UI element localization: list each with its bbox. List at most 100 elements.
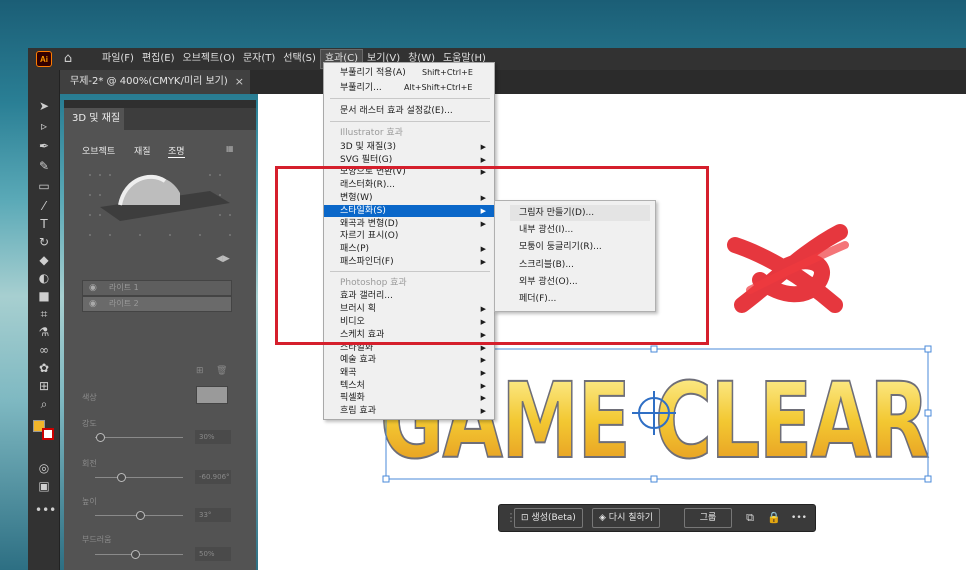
- generate-icon: ⊡: [521, 513, 529, 523]
- lock-icon[interactable]: 🔒: [766, 508, 782, 528]
- effect-menu-item[interactable]: 부풀리기... Alt+Shift+Ctrl+E: [324, 82, 494, 94]
- softness-label: 부드러움: [82, 535, 112, 544]
- submenu-arrow-icon: ▶: [480, 356, 486, 364]
- submenu-arrow-icon: ▶: [480, 407, 486, 415]
- grid-icon[interactable]: ▦: [226, 144, 240, 154]
- eye-icon[interactable]: ◉: [89, 281, 97, 295]
- home-icon[interactable]: ⌂: [60, 51, 76, 67]
- effect-menu-item[interactable]: SVG 필터(G) ▶: [324, 154, 494, 166]
- screen-mode-icon[interactable]: ▣: [35, 478, 53, 494]
- rectangle-tool-icon[interactable]: ▭: [35, 178, 53, 194]
- lighting-preview[interactable]: [80, 165, 240, 253]
- menu-object[interactable]: 오브젝트(O): [179, 48, 239, 70]
- add-light-icon[interactable]: ⊞: [196, 366, 204, 376]
- eraser-tool-icon[interactable]: ◆: [35, 252, 53, 268]
- menu-item-label: 픽셀화: [340, 393, 365, 403]
- effect-menu-item[interactable]: 흐림 효과 ▶: [324, 405, 494, 417]
- menu-item-label: 예술 효과: [340, 355, 376, 365]
- intensity-value[interactable]: 30%: [195, 430, 231, 444]
- height-knob[interactable]: [136, 511, 145, 520]
- height-label: 높이: [82, 497, 97, 506]
- tab-lighting[interactable]: 조명: [168, 144, 185, 158]
- color-label: 색상: [82, 393, 97, 402]
- light-color-swatch[interactable]: [196, 386, 228, 404]
- effect-menu-item[interactable]: 3D 및 재질(3) ▶: [324, 141, 494, 153]
- generate-label: 생성(Beta): [531, 513, 576, 523]
- recolor-button[interactable]: ◈ 다시 칠하기: [592, 508, 661, 528]
- eyedropper-tool-icon[interactable]: ⚗: [35, 324, 53, 340]
- menu-select[interactable]: 선택(S): [279, 48, 320, 70]
- intensity-knob[interactable]: [96, 433, 105, 442]
- more-tools-icon[interactable]: •••: [35, 502, 56, 518]
- curvature-tool-icon[interactable]: ✎: [35, 158, 53, 174]
- effect-menu-item[interactable]: 왜곡 ▶: [324, 367, 494, 379]
- red-brush-stroke[interactable]: [720, 220, 860, 320]
- recolor-label: 다시 칠하기: [608, 513, 654, 523]
- brush-tool-icon[interactable]: ⁄: [35, 198, 53, 214]
- gradient-tool-icon[interactable]: ■: [35, 288, 53, 304]
- menu-shortcut: Alt+Shift+Ctrl+E: [404, 83, 473, 92]
- tab-material[interactable]: 재질: [134, 144, 151, 157]
- rotation-label: 회전: [82, 459, 97, 468]
- submenu-arrow-icon: ▶: [480, 369, 486, 377]
- type-tool-icon[interactable]: T: [35, 216, 53, 232]
- mesh-tool-icon[interactable]: ⌗: [35, 306, 53, 322]
- light-label: 라이트 1: [109, 283, 139, 292]
- panel-title-bar: [124, 108, 256, 130]
- arrange-icon[interactable]: ⧉: [742, 508, 758, 528]
- menu-item-label: 왜곡: [340, 368, 357, 378]
- effect-menu-item: Illustrator 효과: [324, 127, 494, 139]
- document-tab[interactable]: 무제-2* @ 400%(CMYK/미리 보기) ×: [60, 70, 250, 94]
- rotation-knob[interactable]: [117, 473, 126, 482]
- rotation-slider[interactable]: [95, 477, 183, 478]
- direct-selection-tool-icon[interactable]: ▹: [35, 118, 53, 134]
- tab-object[interactable]: 오브젝트: [82, 144, 115, 157]
- softness-knob[interactable]: [131, 550, 140, 559]
- effect-menu-item[interactable]: 텍스처 ▶: [324, 380, 494, 392]
- effect-menu-item[interactable]: 예술 효과 ▶: [324, 354, 494, 366]
- menu-edit[interactable]: 편집(E): [138, 48, 179, 70]
- recolor-icon: ◈: [599, 513, 606, 523]
- width-tool-icon[interactable]: ◐: [35, 270, 53, 286]
- light-row-1[interactable]: ◉ 라이트 1: [82, 280, 232, 296]
- menu-item-label: 부풀리기...: [340, 83, 382, 93]
- blend-tool-icon[interactable]: ∞: [35, 342, 53, 358]
- generate-button[interactable]: ⊡ 생성(Beta): [514, 508, 583, 528]
- draw-mode-icon[interactable]: ◎: [35, 460, 53, 476]
- menu-shortcut: Shift+Ctrl+E: [422, 68, 473, 77]
- stroke-color-swatch[interactable]: [42, 428, 54, 440]
- submenu-arrow-icon: ▶: [480, 394, 486, 402]
- light-position-icon[interactable]: ◀▶: [216, 254, 230, 264]
- submenu-arrow-icon: ▶: [480, 382, 486, 390]
- effect-menu-item[interactable]: 픽셀화 ▶: [324, 392, 494, 404]
- panel-title[interactable]: 3D 및 재질: [64, 108, 124, 130]
- eye-icon[interactable]: ◉: [89, 297, 97, 311]
- symbol-sprayer-tool-icon[interactable]: ✿: [35, 360, 53, 376]
- effect-menu-item[interactable]: 문서 래스터 효과 설정값(E)...: [324, 105, 494, 117]
- menu-file[interactable]: 파일(F): [98, 48, 138, 70]
- intensity-slider[interactable]: [95, 437, 183, 438]
- group-button[interactable]: 그룹: [684, 508, 732, 528]
- more-options-icon[interactable]: •••: [788, 508, 810, 528]
- effect-menu-item[interactable]: 부풀리기 적용(A) Shift+Ctrl+E: [324, 67, 494, 79]
- menu-item-label: 3D 및 재질(3): [340, 142, 396, 152]
- close-tab-icon[interactable]: ×: [235, 70, 244, 94]
- light-row-2[interactable]: ◉ 라이트 2: [82, 296, 232, 312]
- delete-light-icon[interactable]: 🗑: [216, 366, 227, 376]
- rotate-tool-icon[interactable]: ↻: [35, 234, 53, 250]
- illustrator-logo: Ai: [36, 51, 52, 67]
- submenu-arrow-icon: ▶: [480, 156, 486, 164]
- menu-type[interactable]: 문자(T): [239, 48, 279, 70]
- menu-separator: [330, 98, 490, 99]
- menu-item-label: 텍스처: [340, 381, 365, 391]
- rotation-value[interactable]: -60.906°: [195, 470, 231, 484]
- artboard-tool-icon[interactable]: ⊞: [35, 378, 53, 394]
- height-value[interactable]: 33°: [195, 508, 231, 522]
- menu-item-label: SVG 필터(G): [340, 155, 393, 165]
- selection-tool-icon[interactable]: ➤: [35, 98, 53, 114]
- zoom-tool-icon[interactable]: ⌕: [35, 396, 53, 412]
- panel-top-bar: [64, 100, 256, 108]
- menu-bar: Ai ⌂ 파일(F) 편집(E) 오브젝트(O) 문자(T) 선택(S) 효과(…: [28, 48, 966, 70]
- pen-tool-icon[interactable]: ✒: [35, 138, 53, 154]
- softness-value[interactable]: 50%: [195, 547, 231, 561]
